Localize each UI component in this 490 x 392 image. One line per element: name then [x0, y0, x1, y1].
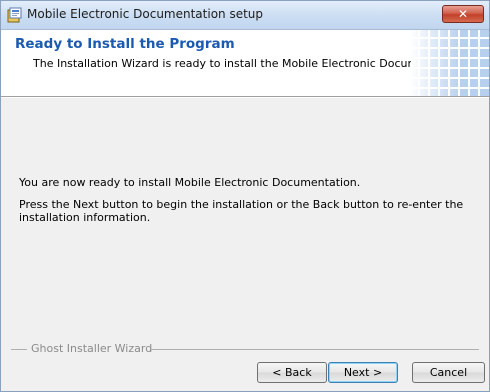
window-title: Mobile Electronic Documentation setup [27, 7, 264, 21]
page-subtitle: The Installation Wizard is ready to inst… [33, 57, 468, 70]
setup-window: Mobile Electronic Documentation setup ✕ … [0, 0, 490, 392]
footer-divider-right [151, 349, 479, 350]
ready-message: You are now ready to install Mobile Elec… [19, 176, 361, 189]
next-button[interactable]: Next > [328, 362, 398, 383]
footer-divider-left [11, 349, 27, 350]
wizard-brand-label: Ghost Installer Wizard [31, 342, 153, 355]
page-title: Ready to Install the Program [15, 36, 235, 52]
title-bar[interactable]: Mobile Electronic Documentation setup ✕ [1, 1, 489, 30]
back-button[interactable]: < Back [257, 362, 327, 383]
header-grid-graphic [411, 30, 489, 96]
instruction-message: Press the Next button to begin the insta… [19, 198, 464, 224]
close-icon: ✕ [457, 7, 469, 21]
wizard-header: Ready to Install the Program The Install… [1, 30, 489, 96]
header-divider [1, 96, 489, 98]
installer-app-icon [7, 7, 22, 23]
close-button[interactable]: ✕ [442, 5, 484, 23]
cancel-button[interactable]: Cancel [412, 362, 485, 383]
